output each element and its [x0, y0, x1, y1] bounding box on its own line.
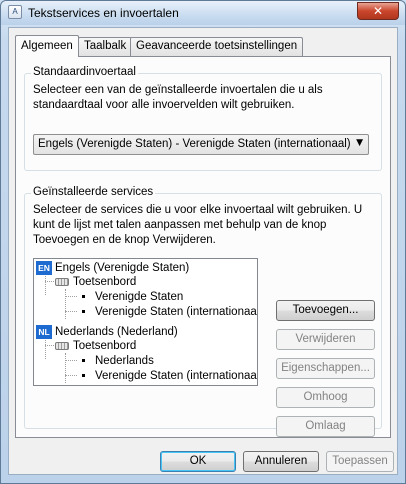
bullet-icon — [82, 295, 85, 299]
tab-algemeen[interactable]: Algemeen — [15, 35, 79, 57]
properties-button[interactable]: Eigenschappen... — [276, 358, 375, 379]
default-input-group: Standaardinvoertaal Selecteer een van de… — [24, 66, 382, 171]
tree-group-keyboard[interactable]: Toetsenbord — [55, 275, 136, 290]
cancel-button[interactable]: Annuleren — [243, 451, 319, 472]
default-input-description: Selecteer een van de geïnstalleerde invo… — [33, 84, 323, 111]
default-language-select[interactable]: Engels (Verenigde Staten) - Verenigde St… — [33, 134, 369, 155]
tree-service-item[interactable]: Verenigde Staten (internationaal) — [82, 305, 258, 320]
tree-service-label: Verenigde Staten (internationaal) — [95, 306, 258, 318]
language-en-icon: EN — [36, 261, 52, 275]
add-button[interactable]: Toevoegen... — [276, 300, 375, 321]
tree-language-label: Nederlands (Nederland) — [55, 326, 178, 338]
default-input-legend: Standaardinvoertaal — [31, 66, 138, 78]
close-button[interactable]: ✕ — [357, 2, 399, 20]
remove-button[interactable]: Verwijderen — [276, 329, 375, 350]
bullet-icon — [82, 374, 85, 378]
tree-service-label: Verenigde Staten — [95, 291, 184, 303]
tree-language-en[interactable]: EN Engels (Verenigde Staten) — [36, 261, 189, 276]
move-down-button[interactable]: Omlaag — [276, 416, 375, 437]
tree-language-label: Engels (Verenigde Staten) — [55, 262, 190, 274]
tab-page-algemeen: Standaardinvoertaal Selecteer een van de… — [15, 56, 391, 438]
tree-service-item[interactable]: Verenigde Staten — [82, 290, 183, 305]
tree-group-label: Toetsenbord — [73, 340, 137, 352]
title-bar[interactable]: A Tekstservices en invoertalen ✕ — [1, 1, 405, 25]
language-nl-icon: NL — [36, 325, 52, 339]
installed-services-group: Geïnstalleerde services Selecteer de ser… — [24, 186, 382, 437]
bullet-icon — [82, 359, 85, 363]
chevron-down-icon: ▼ — [356, 138, 363, 148]
tree-service-item[interactable]: Nederlands — [82, 354, 154, 369]
ok-button[interactable]: OK — [160, 451, 236, 472]
apply-button[interactable]: Toepassen — [326, 451, 394, 472]
tree-service-label: Verenigde Staten (internationaal) — [95, 370, 258, 382]
default-language-value: Engels (Verenigde Staten) - Verenigde St… — [38, 138, 351, 150]
installed-services-legend: Geïnstalleerde services — [31, 186, 156, 198]
services-tree[interactable]: EN Engels (Verenigde Staten) Toetsenbord … — [33, 258, 258, 386]
installed-services-description: Selecteer de services die u voor elke in… — [33, 204, 363, 246]
close-icon: ✕ — [372, 4, 384, 18]
tree-service-label: Nederlands — [95, 355, 154, 367]
tab-geavanceerde[interactable]: Geavanceerde toetsinstellingen — [130, 37, 304, 56]
tree-service-item[interactable]: Verenigde Staten (internationaal) — [82, 369, 258, 384]
dialog-window: A Tekstservices en invoertalen ✕ Algemee… — [0, 0, 406, 484]
keyboard-icon — [55, 341, 69, 350]
move-up-button[interactable]: Omhoog — [276, 387, 375, 408]
bullet-icon — [82, 310, 85, 314]
tab-taalbalk[interactable]: Taalbalk — [78, 37, 133, 56]
tree-group-keyboard[interactable]: Toetsenbord — [55, 339, 136, 354]
keyboard-app-icon: A — [8, 5, 22, 19]
dialog-client: Algemeen Taalbalk Geavanceerde toetsinst… — [8, 27, 398, 475]
tree-language-nl[interactable]: NL Nederlands (Nederland) — [36, 325, 178, 340]
keyboard-icon — [55, 277, 69, 286]
tree-group-label: Toetsenbord — [73, 276, 137, 288]
window-title: Tekstservices en invoertalen — [28, 6, 179, 20]
